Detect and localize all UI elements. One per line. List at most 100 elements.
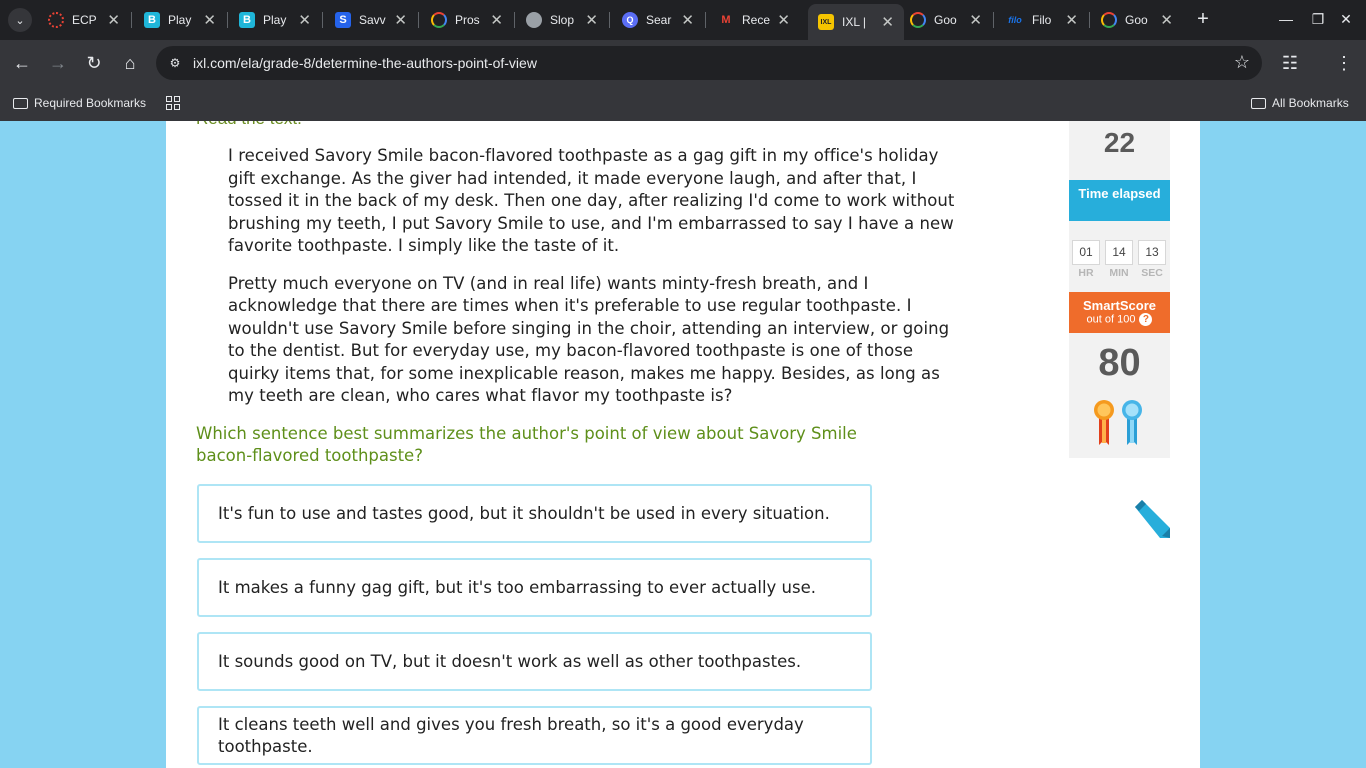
browser-tab[interactable]: B Play ✕ (229, 4, 321, 36)
tab-close-icon[interactable]: ✕ (107, 11, 120, 29)
help-icon[interactable]: ? (1139, 313, 1153, 326)
address-bar[interactable]: ⚙ ixl.com/ela/grade-8/determine-the-auth… (156, 46, 1262, 80)
tab-close-icon[interactable]: ✕ (1160, 11, 1173, 29)
tab-separator (322, 12, 323, 28)
browser-tab[interactable]: Goo ✕ (1091, 4, 1183, 36)
kebab-menu-icon: ⋮ (1335, 53, 1353, 73)
apps-shortcut[interactable] (165, 93, 187, 113)
scratchpad-pencil-icon[interactable] (1129, 497, 1173, 541)
passage-paragraph: Pretty much everyone on TV (and in real … (228, 273, 950, 406)
browser-tab[interactable]: S Savv ✕ (325, 4, 417, 36)
tab-close-icon[interactable]: ✕ (585, 11, 598, 29)
browser-tab[interactable]: Pros ✕ (421, 4, 513, 36)
timer-hours: 01 (1072, 240, 1100, 265)
google-icon (910, 12, 926, 28)
globe-icon (526, 12, 542, 28)
browser-tab[interactable]: B Play ✕ (134, 4, 226, 36)
tab-title: Rece (742, 13, 771, 27)
filo-icon: filo (1008, 15, 1022, 25)
tab-separator (227, 12, 228, 28)
tab-separator (609, 12, 610, 28)
required-bookmarks-folder[interactable]: Required Bookmarks (12, 93, 146, 113)
chevron-down-icon: ⌄ (15, 14, 25, 27)
all-bookmarks-folder[interactable]: All Bookmarks (1250, 93, 1349, 113)
blooket-icon: B (239, 12, 255, 28)
folder-icon (1250, 96, 1266, 110)
tab-close-icon[interactable]: ✕ (681, 11, 694, 29)
tab-title: Slop (550, 13, 575, 27)
blooket-icon: B (144, 12, 160, 28)
answer-choice-3[interactable]: It sounds good on TV, but it doesn't wor… (197, 632, 872, 691)
all-bookmarks-label: All Bookmarks (1272, 96, 1349, 110)
tab-close-icon[interactable]: ✕ (203, 11, 216, 29)
tab-title: IXL | (842, 15, 867, 29)
tab-title: Goo (934, 13, 957, 27)
forward-button[interactable]: → (44, 49, 72, 77)
ixl-practice-page: Read the text. I received Savory Smile b… (166, 121, 1200, 768)
reload-button[interactable]: ↻ (80, 49, 108, 77)
browser-tab[interactable]: Goo ✕ (900, 4, 992, 36)
site-info-icon[interactable]: ⚙ (166, 54, 184, 72)
tab-title: Play (263, 13, 287, 27)
tab-close-icon[interactable]: ✕ (881, 13, 894, 31)
minimize-button[interactable]: — (1276, 8, 1296, 30)
url-text: ixl.com/ela/grade-8/determine-the-author… (193, 55, 537, 71)
tab-title: Filo (1032, 13, 1052, 27)
extensions-button[interactable]: ☷ (1276, 49, 1304, 77)
reading-passage: I received Savory Smile bacon-flavored t… (228, 145, 968, 423)
bookmark-star-icon[interactable]: ☆ (1234, 52, 1250, 73)
answer-choice-text: It's fun to use and tastes good, but it … (218, 503, 830, 523)
smartscore-title: SmartScore (1083, 298, 1156, 313)
browser-tab[interactable]: filo Filo ✕ (996, 4, 1088, 36)
timer-minutes: 14 (1105, 240, 1133, 265)
timer-seconds-unit: SEC (1141, 267, 1163, 279)
tab-close-icon[interactable]: ✕ (969, 11, 982, 29)
browser-tab[interactable]: ECP ✕ (38, 4, 130, 36)
tab-close-icon[interactable]: ✕ (490, 11, 503, 29)
forward-arrow-icon: → (49, 53, 67, 73)
tab-strip: ⌄ ECP ✕ B Play ✕ B Play ✕ S Savv ✕ Pros ✕ Slop ✕ Q Sear ✕… (0, 0, 1366, 40)
answer-choice-text: It makes a funny gag gift, but it's too … (218, 577, 816, 597)
answer-choice-1[interactable]: It's fun to use and tastes good, but it … (197, 484, 872, 543)
tab-close-icon[interactable]: ✕ (777, 11, 790, 29)
puzzle-icon: ☷ (1281, 53, 1299, 73)
tab-separator (418, 12, 419, 28)
restore-button[interactable]: ❐ (1308, 8, 1328, 30)
back-arrow-icon: ← (13, 53, 31, 73)
read-the-text-label: Read the text. (196, 121, 302, 129)
new-tab-button[interactable]: + (1192, 8, 1214, 30)
tab-title: Sear (646, 13, 672, 27)
home-icon: ⌂ (124, 53, 136, 73)
smartscore-header: SmartScore out of 100? (1069, 292, 1170, 333)
tab-search-button[interactable]: ⌄ (8, 8, 32, 32)
ixl-icon: IXL (818, 14, 834, 30)
browser-toolbar: ← → ↻ ⌂ ⚙ ixl.com/ela/grade-8/determine-… (0, 40, 1366, 86)
required-bookmarks-label: Required Bookmarks (34, 96, 147, 110)
menu-button[interactable]: ⋮ (1330, 49, 1358, 77)
tab-close-icon[interactable]: ✕ (298, 11, 311, 29)
back-button[interactable]: ← (8, 49, 36, 77)
tab-separator (1089, 12, 1090, 28)
gmail-icon: M (721, 14, 731, 26)
browser-tab[interactable]: M Rece ✕ (708, 4, 800, 36)
answer-choice-4[interactable]: It cleans teeth well and gives you fresh… (197, 706, 872, 765)
browser-tab[interactable]: Q Sear ✕ (612, 4, 704, 36)
home-button[interactable]: ⌂ (116, 49, 144, 77)
browser-tab[interactable]: Slop ✕ (516, 4, 608, 36)
tab-separator (131, 12, 132, 28)
savvas-icon: S (335, 12, 351, 28)
timer-seconds: 13 (1138, 240, 1166, 265)
google-icon (1101, 12, 1117, 28)
tab-close-icon[interactable]: ✕ (394, 11, 407, 29)
answer-choice-text: It cleans teeth well and gives you fresh… (218, 714, 804, 756)
tab-title: Savv (359, 13, 386, 27)
tab-title: Play (168, 13, 192, 27)
tab-close-icon[interactable]: ✕ (1065, 11, 1078, 29)
answer-choice-2[interactable]: It makes a funny gag gift, but it's too … (197, 558, 872, 617)
browser-tab[interactable]: IXL IXL | ✕ (808, 4, 904, 40)
managed-folder-icon (12, 96, 28, 110)
tab-title: Pros (455, 13, 480, 27)
stats-sidebar: 22 Time elapsed 01 14 13 HR MIN SEC Smar… (1069, 121, 1170, 458)
spinner-icon (48, 12, 64, 28)
close-window-button[interactable]: ✕ (1336, 8, 1356, 30)
